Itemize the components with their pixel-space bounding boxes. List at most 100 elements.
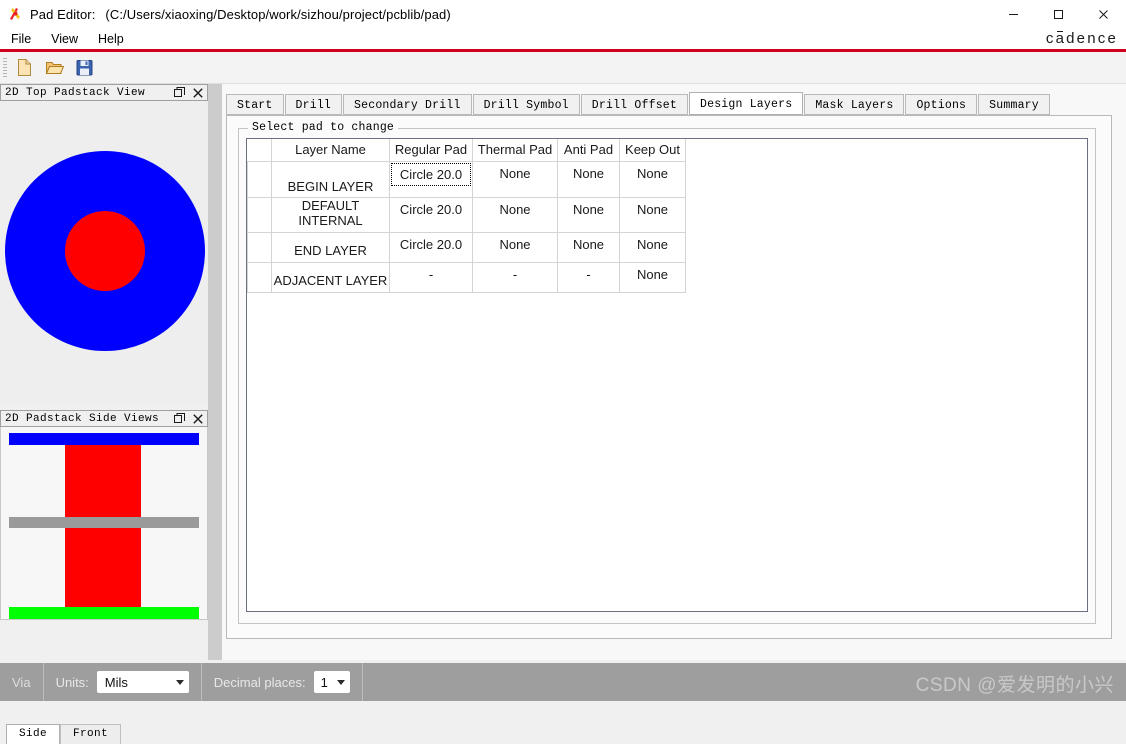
regular-pad-circle xyxy=(65,211,145,291)
cell-keep-out[interactable]: None xyxy=(619,261,686,293)
cell-anti-pad[interactable]: None xyxy=(557,231,620,263)
tab-options[interactable]: Options xyxy=(905,94,978,115)
cell-thermal-pad-value: None xyxy=(499,165,531,181)
top-layer-bar xyxy=(9,433,199,445)
cell-thermal-pad[interactable]: None xyxy=(472,196,558,233)
status-decimal-cell: Decimal places: 1 xyxy=(202,663,363,701)
menu-file[interactable]: File xyxy=(2,30,40,48)
tab-secondary-drill[interactable]: Secondary Drill xyxy=(343,94,472,115)
cell-anti-pad[interactable]: - xyxy=(557,261,620,293)
tab-side[interactable]: Side xyxy=(6,724,61,744)
tab-drill-symbol[interactable]: Drill Symbol xyxy=(472,94,580,115)
cell-layer-name[interactable]: END LAYER xyxy=(271,231,390,263)
pad-table: Layer Name Regular Pad Thermal Pad Anti … xyxy=(247,139,686,293)
cell-keep-out[interactable]: None xyxy=(619,231,686,263)
status-mode-cell: Via xyxy=(0,663,44,701)
cell-keep-out-value: None xyxy=(636,266,669,282)
cell-anti-pad[interactable]: None xyxy=(557,196,620,233)
toolbar-grip[interactable] xyxy=(3,57,7,78)
close-icon[interactable] xyxy=(192,87,203,98)
cell-thermal-pad[interactable]: - xyxy=(472,261,558,293)
tab-mask-layers[interactable]: Mask Layers xyxy=(804,94,905,115)
dock-splitter[interactable] xyxy=(208,84,222,662)
cell-keep-out-value: None xyxy=(636,236,669,252)
close-icon[interactable] xyxy=(192,413,203,424)
cell-thermal-pad[interactable]: None xyxy=(472,160,558,198)
table-row[interactable]: ADJACENT LAYER - - - None xyxy=(247,261,686,293)
side-padstack-panel: 2D Padstack Side Views xyxy=(0,410,208,620)
new-file-button[interactable] xyxy=(10,54,38,82)
minimize-button[interactable] xyxy=(991,0,1036,28)
chevron-down-icon xyxy=(336,679,345,685)
table-header-row: Layer Name Regular Pad Thermal Pad Anti … xyxy=(247,139,686,162)
cadence-logo: c a dence xyxy=(1045,29,1118,47)
tab-start[interactable]: Start xyxy=(226,94,284,115)
decimal-places-label: Decimal places: xyxy=(213,674,306,690)
row-selector[interactable] xyxy=(247,160,272,198)
cell-keep-out-value: None xyxy=(636,201,669,217)
decimal-places-dropdown[interactable]: 1 xyxy=(313,671,350,693)
top-padstack-panel: 2D Top Padstack View xyxy=(0,84,208,403)
cell-layer-name[interactable]: BEGIN LAYER xyxy=(271,160,390,198)
cell-thermal-pad-value: None xyxy=(499,201,531,217)
cell-layer-name[interactable]: ADJACENT LAYER xyxy=(271,261,390,293)
table-row[interactable]: END LAYER Circle 20.0 None None None xyxy=(247,231,686,263)
internal-layer-bar xyxy=(9,517,199,528)
tab-design-layers[interactable]: Design Layers xyxy=(689,92,804,115)
cell-keep-out[interactable]: None xyxy=(619,160,686,198)
cell-regular-pad[interactable]: Circle 20.0 xyxy=(389,196,473,233)
save-file-button[interactable] xyxy=(70,54,98,82)
tab-drill[interactable]: Drill xyxy=(284,94,343,115)
menu-help[interactable]: Help xyxy=(89,30,133,48)
top-padstack-title: 2D Top Padstack View xyxy=(5,86,146,99)
float-icon[interactable] xyxy=(174,87,185,98)
header-keep-out: Keep Out xyxy=(619,139,686,162)
table-row[interactable]: DEFAULT INTERNAL Circle 20.0 None None N… xyxy=(247,196,686,233)
cell-anti-pad-value: None xyxy=(572,201,605,217)
decimal-places-value: 1 xyxy=(320,674,328,690)
top-padstack-titlebar: 2D Top Padstack View xyxy=(0,84,208,101)
cell-regular-pad-value: Circle 20.0 xyxy=(391,162,471,186)
top-padstack-title-buttons xyxy=(174,87,207,98)
open-file-button[interactable] xyxy=(40,54,68,82)
cell-regular-pad[interactable]: Circle 20.0 xyxy=(389,160,473,198)
cell-layer-name[interactable]: DEFAULT INTERNAL xyxy=(271,196,390,233)
cell-regular-pad[interactable]: Circle 20.0 xyxy=(389,231,473,263)
cell-keep-out[interactable]: None xyxy=(619,196,686,233)
cell-anti-pad[interactable]: None xyxy=(557,160,620,198)
table-row[interactable]: BEGIN LAYER Circle 20.0 None None None xyxy=(247,160,686,198)
watermark: CSDN @爱发明的小兴 xyxy=(915,675,1114,696)
left-dock: 2D Top Padstack View 2D Padstack Side Vi… xyxy=(0,84,208,744)
top-padstack-canvas[interactable] xyxy=(0,101,208,403)
main-tabstrip: Start Drill Secondary Drill Drill Symbol… xyxy=(226,92,1051,115)
cell-thermal-pad[interactable]: None xyxy=(472,231,558,263)
maximize-button[interactable] xyxy=(1036,0,1081,28)
status-units-cell: Units: Mils xyxy=(44,663,202,701)
design-layers-page: Select pad to change Layer Name Regular … xyxy=(226,115,1112,639)
units-value: Mils xyxy=(104,674,128,690)
select-pad-groupbox: Select pad to change Layer Name Regular … xyxy=(238,121,1096,624)
side-view-tabstrip: Side Front xyxy=(0,721,208,744)
groupbox-legend: Select pad to change xyxy=(248,121,399,134)
pad-table-container[interactable]: Layer Name Regular Pad Thermal Pad Anti … xyxy=(246,138,1088,612)
cell-regular-pad-value: - xyxy=(428,266,434,282)
cell-anti-pad-value: None xyxy=(572,236,605,252)
units-dropdown[interactable]: Mils xyxy=(96,671,189,693)
menu-view[interactable]: View xyxy=(42,30,87,48)
header-regular-pad: Regular Pad xyxy=(389,139,473,162)
row-selector[interactable] xyxy=(247,261,272,293)
cell-regular-pad[interactable]: - xyxy=(389,261,473,293)
cell-thermal-pad-value: - xyxy=(512,266,518,282)
chevron-down-icon xyxy=(175,679,184,685)
row-selector[interactable] xyxy=(247,196,272,233)
side-padstack-canvas[interactable] xyxy=(0,427,208,620)
tab-drill-offset[interactable]: Drill Offset xyxy=(580,94,688,115)
tab-summary[interactable]: Summary xyxy=(978,94,1050,115)
tab-front[interactable]: Front xyxy=(60,724,122,744)
header-layer-name: Layer Name xyxy=(271,139,390,162)
row-selector[interactable] xyxy=(247,231,272,263)
side-padstack-titlebar: 2D Padstack Side Views xyxy=(0,410,208,427)
float-icon[interactable] xyxy=(174,413,185,424)
close-button[interactable] xyxy=(1081,0,1126,28)
cell-keep-out-value: None xyxy=(636,165,669,181)
